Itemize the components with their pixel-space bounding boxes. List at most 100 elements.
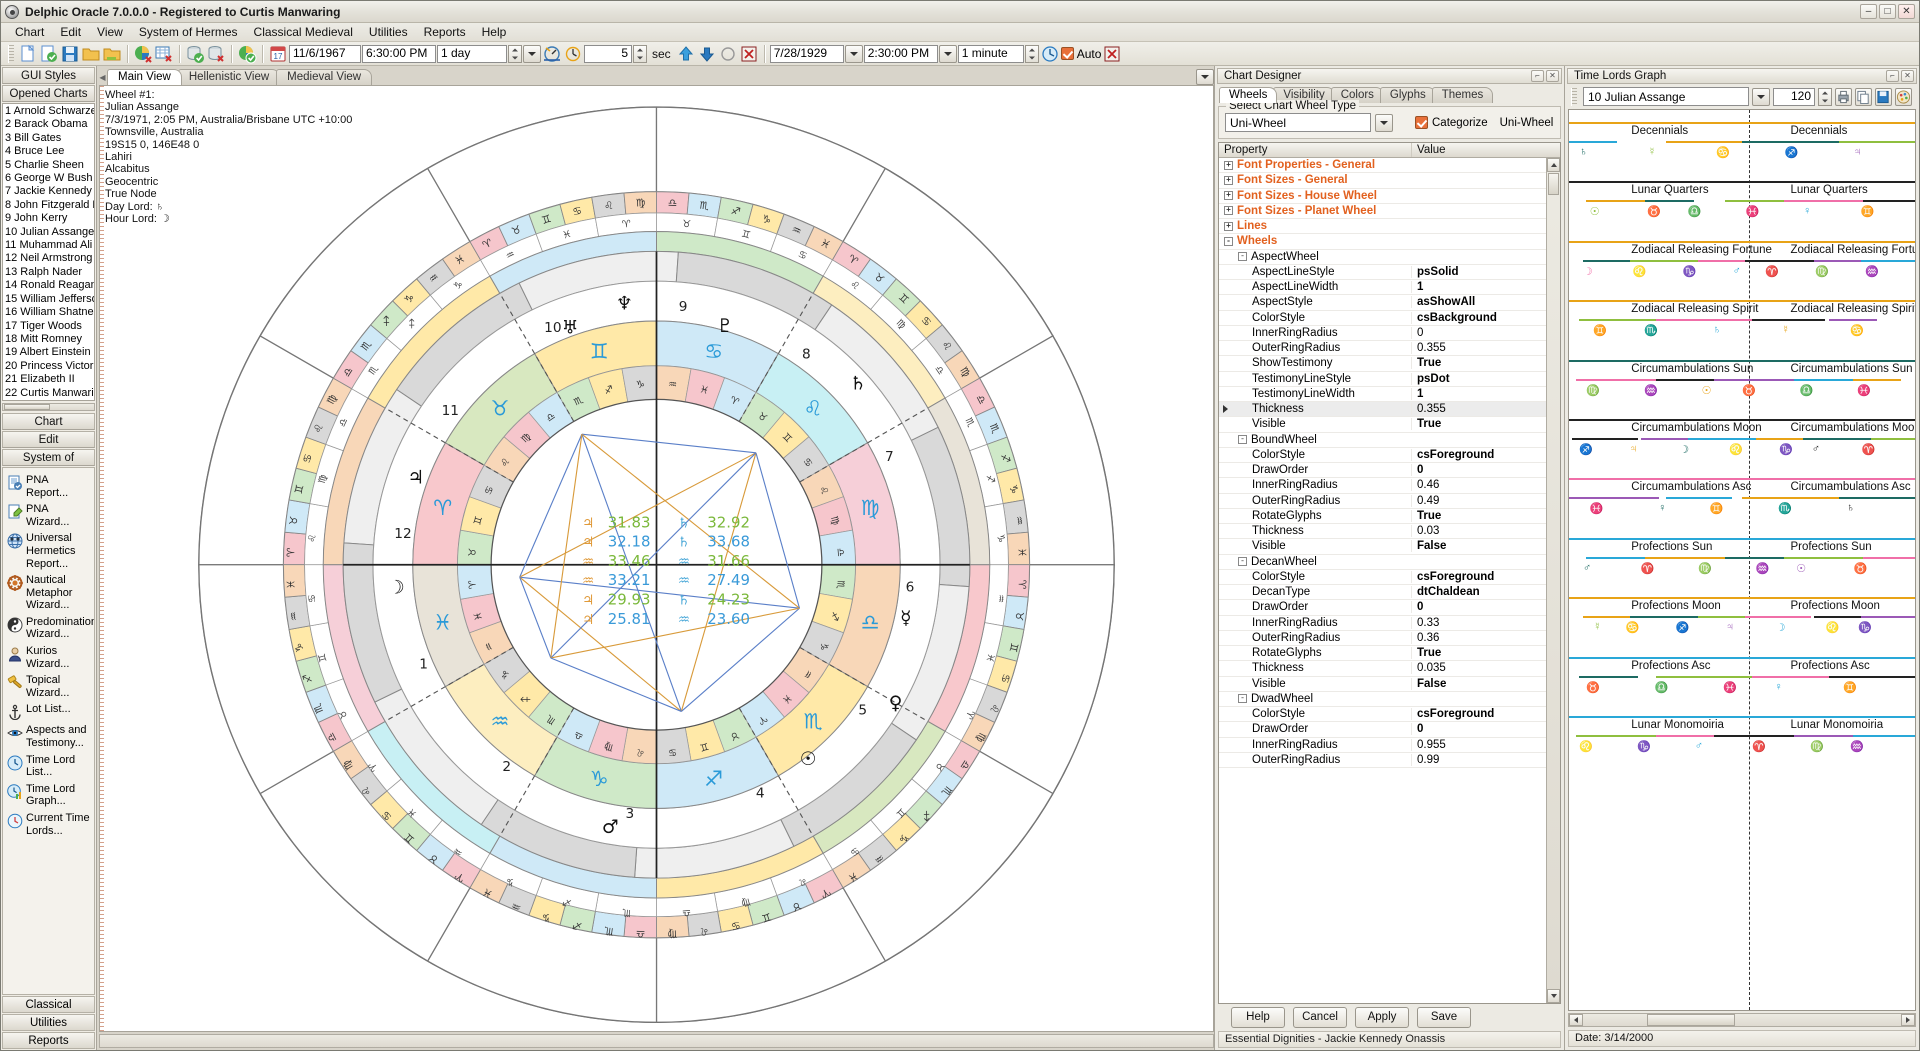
list-item[interactable]: 15 William Jefferson	[4, 293, 94, 306]
property-value[interactable]: False	[1411, 540, 1546, 552]
property-row[interactable]: +Font Sizes - Planet Wheel	[1219, 204, 1546, 219]
property-row[interactable]: AspectStyleasShowAll	[1219, 295, 1546, 310]
property-row[interactable]: InnerRingRadius0.46	[1219, 478, 1546, 493]
sidebar-group-chart[interactable]: Chart	[2, 413, 95, 430]
pin-icon[interactable]: ⌐	[1531, 70, 1544, 82]
time-dropdown-2[interactable]	[939, 45, 957, 63]
interval-field[interactable]: 5	[584, 45, 632, 63]
close-panel-icon[interactable]: ✕	[1901, 70, 1914, 82]
property-row[interactable]: AspectLineWidth1	[1219, 280, 1546, 295]
property-value[interactable]: 0	[1411, 601, 1546, 613]
property-row[interactable]: -Wheels	[1219, 234, 1546, 249]
property-value[interactable]: psSolid	[1411, 266, 1546, 278]
step-spinner-2[interactable]	[1025, 45, 1039, 63]
list-item[interactable]: 3 Bill Gates	[4, 132, 94, 145]
property-value[interactable]: 0.46	[1411, 479, 1546, 491]
collapse-icon[interactable]: -	[1238, 557, 1247, 566]
sidebar-item-predomination-wizard[interactable]: Predomination Wizard...	[3, 614, 94, 643]
property-value[interactable]: True	[1411, 357, 1546, 369]
property-row[interactable]: RotateGlyphsTrue	[1219, 646, 1546, 661]
property-row[interactable]: -AspectWheel	[1219, 250, 1546, 265]
time-field-2[interactable]: 2:30:00 PM	[864, 45, 938, 63]
save-folder-icon[interactable]	[102, 44, 122, 64]
open-folder-icon[interactable]	[81, 44, 101, 64]
property-value[interactable]: csBackground	[1411, 312, 1546, 324]
step-dropdown-1[interactable]	[523, 45, 541, 63]
time-lords-band[interactable]: Profections MoonProfections Moon☿♋♐♃☽♌♑	[1569, 597, 1915, 656]
date-dropdown-2[interactable]	[845, 45, 863, 63]
property-value[interactable]: 0.035	[1411, 662, 1546, 674]
open-chart-icon[interactable]	[39, 44, 59, 64]
tab-glyphs[interactable]: Glyphs	[1380, 87, 1436, 103]
time-lords-band[interactable]: Circumambulations SunCircumambulations S…	[1569, 360, 1915, 419]
tl-toolbar-grip[interactable]	[1571, 88, 1577, 106]
minimize-button[interactable]: –	[1860, 4, 1877, 19]
save-chart-icon[interactable]	[60, 44, 80, 64]
close-button[interactable]: ✕	[1898, 4, 1915, 19]
tab-scroll-left-icon[interactable]: ◀	[99, 70, 106, 85]
maximize-button[interactable]: □	[1879, 4, 1896, 19]
sidebar-group-reports[interactable]: Reports	[2, 1032, 95, 1049]
property-row[interactable]: Thickness0.035	[1219, 661, 1546, 676]
expand-icon[interactable]: +	[1224, 222, 1233, 231]
sidebar-item-topical-wizard[interactable]: Topical Wizard...	[3, 672, 94, 701]
expand-icon[interactable]: +	[1224, 176, 1233, 185]
step-field-2[interactable]: 1 minute	[958, 45, 1024, 63]
list-item[interactable]: 22 Curtis Manwaring	[4, 387, 94, 400]
time-lords-band[interactable]: Profections AscProfections Asc♉♎♓♀♊	[1569, 657, 1915, 716]
zoom-field[interactable]: 120	[1773, 88, 1815, 106]
property-value[interactable]: csForeground	[1411, 571, 1546, 583]
property-value[interactable]: 0.03	[1411, 525, 1546, 537]
close-red-icon-2[interactable]	[1102, 44, 1122, 64]
time-lords-band[interactable]: Circumambulations AscCircumambulations A…	[1569, 478, 1915, 537]
menu-system-of-hermes[interactable]: System of Hermes	[131, 23, 246, 41]
time-lords-band[interactable]: Zodiacal Releasing FortuneZodiacal Relea…	[1569, 241, 1915, 300]
sidebar-gui-styles-header[interactable]: GUI Styles	[2, 67, 95, 84]
close-panel-icon[interactable]: ✕	[1546, 70, 1559, 82]
delete-pie-icon[interactable]	[133, 44, 153, 64]
time-lords-band[interactable]: Zodiacal Releasing SpiritZodiacal Releas…	[1569, 300, 1915, 359]
sidebar-item-current-time-lords[interactable]: Current Time Lords...	[3, 810, 94, 839]
property-value[interactable]: psDot	[1411, 373, 1546, 385]
menu-reports[interactable]: Reports	[416, 23, 474, 41]
tab-main-view[interactable]: Main View	[107, 69, 182, 85]
property-row[interactable]: Thickness0.03	[1219, 524, 1546, 539]
property-value[interactable]: True	[1411, 647, 1546, 659]
property-row[interactable]: DrawOrder0	[1219, 722, 1546, 737]
property-row[interactable]: OuterRingRadius0.355	[1219, 341, 1546, 356]
menu-help[interactable]: Help	[474, 23, 515, 41]
collapse-icon[interactable]: -	[1238, 435, 1247, 444]
property-row[interactable]: -DwadWheel	[1219, 692, 1546, 707]
list-item[interactable]: 16 William Shatner	[4, 306, 94, 319]
scrollbar-thumb[interactable]	[4, 404, 50, 410]
database-check-icon[interactable]	[185, 44, 205, 64]
list-item[interactable]: 20 Princess Victoria	[4, 360, 94, 373]
property-row[interactable]: VisibleFalse	[1219, 677, 1546, 692]
expand-icon[interactable]: +	[1224, 206, 1233, 215]
property-row[interactable]: TestimonyLineStylepsDot	[1219, 372, 1546, 387]
list-item[interactable]: 21 Elizabeth II	[4, 373, 94, 386]
collapse-icon[interactable]: -	[1238, 694, 1247, 703]
menu-utilities[interactable]: Utilities	[361, 23, 416, 41]
property-value[interactable]: 0.355	[1411, 403, 1546, 415]
list-item[interactable]: 12 Neil Armstrong	[4, 252, 94, 265]
pie-check-icon[interactable]	[237, 44, 257, 64]
sidebar-item-lot-list[interactable]: Lot List...	[3, 701, 94, 722]
property-value[interactable]: 0	[1411, 464, 1546, 476]
property-value[interactable]: 0.49	[1411, 495, 1546, 507]
cancel-button[interactable]: Cancel	[1293, 1007, 1347, 1028]
list-item[interactable]: 19 Albert Einstein	[4, 346, 94, 359]
pin-icon[interactable]: ⌐	[1886, 70, 1899, 82]
clock-refresh-icon[interactable]	[1040, 44, 1060, 64]
sidebar-group-utilities[interactable]: Utilities	[2, 1014, 95, 1031]
scroll-left-button[interactable]	[1569, 1014, 1583, 1026]
property-row[interactable]: TestimonyLineWidth1	[1219, 387, 1546, 402]
menu-classical-medieval[interactable]: Classical Medieval	[246, 23, 361, 41]
property-row[interactable]: InnerRingRadius0.33	[1219, 616, 1546, 631]
interval-spinner[interactable]	[633, 45, 647, 63]
property-value[interactable]: False	[1411, 678, 1546, 690]
delete-table-icon[interactable]	[154, 44, 174, 64]
property-value[interactable]: 0.33	[1411, 617, 1546, 629]
view-menu-dropdown[interactable]	[1196, 69, 1214, 85]
sidebar-item-time-lord-graph[interactable]: Time Lord Graph...	[3, 781, 94, 810]
